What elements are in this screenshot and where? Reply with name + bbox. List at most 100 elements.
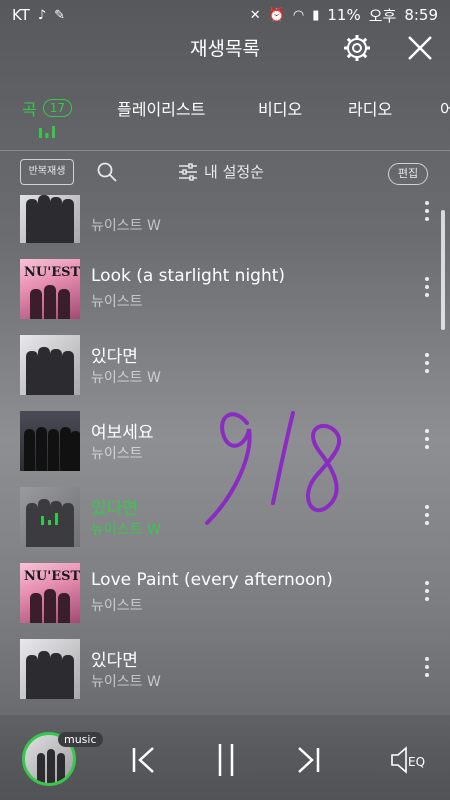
art-figure	[26, 351, 38, 395]
more-dot	[425, 353, 429, 357]
art-figure	[50, 197, 62, 243]
song-title: 있다면	[91, 651, 138, 671]
song-title: Look (a starlight night)	[91, 266, 286, 286]
previous-button[interactable]	[128, 743, 160, 777]
mute-icon: ✕	[249, 7, 261, 23]
tab-videos[interactable]: 비디오	[258, 96, 302, 120]
wifi-icon: ◠	[292, 7, 305, 23]
music-badge: music	[58, 732, 103, 747]
carrier-label: KT	[12, 6, 30, 24]
art-figure	[37, 753, 45, 783]
tab-overflow[interactable]: 어	[440, 96, 450, 120]
edit-button[interactable]: 편집	[388, 163, 428, 185]
status-left: KT ♪ ✎	[12, 6, 65, 24]
art-figure	[44, 589, 56, 623]
song-row[interactable]: NU'ESTLook (a starlight night)	[0, 707, 450, 715]
sort-button[interactable]: 내 설정순	[178, 161, 264, 182]
song-artist: 뉴이스트	[91, 598, 143, 614]
more-options-button[interactable]	[419, 655, 435, 681]
art-figure	[26, 655, 38, 699]
more-dot	[425, 445, 429, 449]
song-row[interactable]: 있다면 뉴이스트 W	[0, 327, 450, 403]
song-row[interactable]: 뉴이스트 W	[0, 195, 450, 251]
list-toolbar: 반복재생 내 설정순 편집	[0, 155, 450, 191]
more-options-button[interactable]	[419, 351, 435, 377]
art-figure	[48, 429, 59, 471]
more-dot	[425, 665, 429, 669]
page-title: 재생목록	[190, 38, 260, 60]
tab-bar: 곡 17 플레이리스트 비디오 라디오 어	[0, 90, 450, 138]
ampm-label: 오후	[368, 6, 397, 25]
status-bar: KT ♪ ✎ ✕ ⏰ ◠ ▮ 11% 오후 8:59	[0, 0, 450, 30]
song-artist: 뉴이스트 W	[91, 370, 161, 386]
more-dot	[425, 201, 429, 205]
album-art	[20, 335, 80, 395]
next-icon	[298, 747, 320, 773]
battery-percent: 11%	[327, 6, 361, 24]
annotation-stroke-eight	[306, 423, 342, 513]
song-row[interactable]: NU'EST Look (a starlight night) 뉴이스트	[0, 251, 450, 327]
art-figure	[30, 289, 42, 319]
tab-divider	[0, 150, 450, 151]
art-figure	[30, 593, 42, 623]
song-artist: 뉴이스트	[91, 294, 143, 310]
status-right: ✕ ⏰ ◠ ▮ 11% 오후 8:59	[250, 5, 438, 26]
annotation-stroke-nine	[205, 412, 252, 525]
album-art: NU'EST	[20, 259, 80, 319]
search-button[interactable]	[96, 161, 118, 183]
more-dot	[425, 293, 429, 297]
album-art: NU'EST	[20, 563, 80, 623]
art-figure	[50, 349, 62, 395]
more-dot	[425, 513, 429, 517]
album-art	[20, 639, 80, 699]
settings-button[interactable]	[341, 32, 373, 64]
search-icon	[97, 162, 117, 182]
repeat-button[interactable]: 반복재생	[20, 159, 74, 185]
mini-player: music EQ	[0, 715, 450, 800]
song-count-badge: 17	[42, 99, 73, 117]
more-options-button[interactable]	[419, 199, 435, 225]
art-figure	[24, 429, 35, 471]
pill-icon: ✎	[54, 7, 66, 23]
eq-button[interactable]: EQ	[388, 743, 428, 777]
album-art	[20, 487, 80, 547]
more-options-button[interactable]	[419, 579, 435, 605]
more-options-button[interactable]	[419, 275, 435, 301]
art-figure	[38, 651, 50, 699]
close-icon	[408, 36, 432, 60]
alarm-icon: ⏰	[268, 7, 285, 23]
pause-button[interactable]	[210, 743, 242, 777]
tab-playlists[interactable]: 플레이리스트	[117, 96, 205, 120]
close-button[interactable]	[404, 32, 436, 64]
art-figure	[50, 653, 62, 699]
tab-songs-label: 곡	[22, 100, 37, 119]
more-options-button[interactable]	[419, 503, 435, 529]
more-dot	[425, 673, 429, 677]
art-figure	[62, 655, 74, 699]
tab-radio[interactable]: 라디오	[348, 96, 392, 120]
more-dot	[425, 277, 429, 281]
next-button[interactable]	[292, 743, 324, 777]
more-options-button[interactable]	[419, 427, 435, 453]
song-artist: 뉴이스트 W	[91, 218, 161, 234]
sliders-icon	[179, 162, 197, 181]
song-row[interactable]: 있다면 뉴이스트 W	[0, 631, 450, 707]
sort-label: 내 설정순	[204, 163, 264, 181]
eq-label: EQ	[408, 755, 425, 769]
eq-bar	[55, 513, 58, 525]
pause-icon	[218, 744, 234, 776]
equalizer-icon	[39, 126, 55, 138]
more-dot	[425, 209, 429, 213]
tab-songs[interactable]: 곡 17	[22, 96, 73, 120]
song-artist: 뉴이스트	[91, 446, 143, 462]
scrollbar[interactable]	[441, 210, 445, 330]
song-title: 여보세요	[91, 423, 154, 443]
signal-icon: ▮	[312, 7, 320, 23]
handwritten-annotation	[205, 411, 342, 525]
art-figure	[44, 285, 56, 319]
notification-icon: ♪	[37, 7, 47, 23]
art-figure	[58, 593, 70, 623]
song-row[interactable]: NU'EST Love Paint (every afternoon) 뉴이스트	[0, 555, 450, 631]
song-artist: 뉴이스트 W	[91, 522, 161, 538]
annotation-stroke-slash	[271, 411, 295, 505]
